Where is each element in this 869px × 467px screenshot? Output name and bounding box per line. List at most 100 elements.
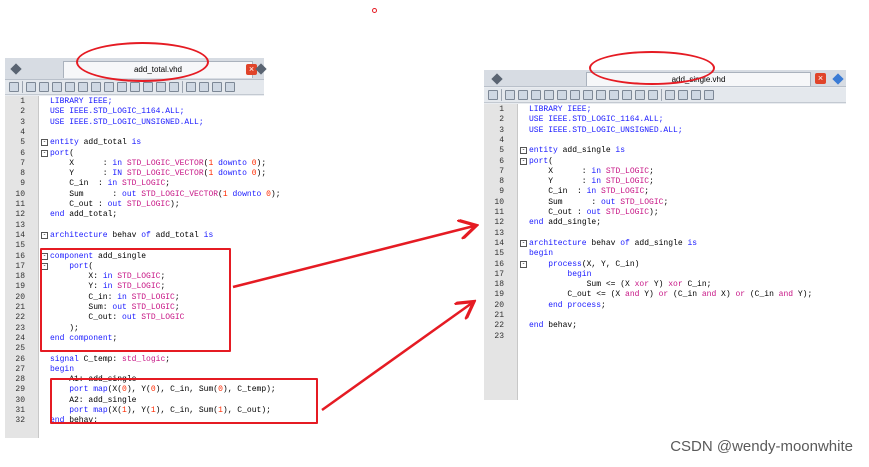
toolbar-template-icon[interactable] [609,90,619,100]
code-token: Sum : [50,189,123,199]
code-token: STD_LOGIC [605,166,650,176]
right-tab-next-icon[interactable] [832,73,844,85]
code-token: begin [50,364,75,374]
toolbar-comment-icon[interactable] [91,82,101,92]
code-text: C_in : in STD_LOGIC; [50,179,170,189]
code-line[interactable]: 23 [484,332,846,342]
code-token: ( [548,156,554,166]
line-number: 30 [15,395,25,405]
code-line[interactable]: 7 X : in STD_LOGIC; [484,167,846,177]
toolbar-outdent-icon[interactable] [557,90,567,100]
toolbar-goto-icon[interactable] [52,82,62,92]
code-line[interactable]: 19 C_out <= (X and Y) or (C_in and X) or… [484,290,846,300]
toolbar-spell-icon[interactable] [169,82,179,92]
toolbar-goto-icon[interactable] [531,90,541,100]
code-line[interactable]: 1 LIBRARY IEEE; [484,105,846,115]
fold-toggle-icon[interactable]: - [41,139,48,147]
code-line[interactable]: 9 C_in : in STD_LOGIC; [5,179,264,189]
toolbar-language-icon[interactable] [622,90,632,100]
code-line[interactable]: 27 begin [5,365,264,375]
toolbar-indent-icon[interactable] [544,90,554,100]
code-text: begin [50,365,74,375]
code-token: X : [529,166,592,176]
toolbar-split-icon[interactable] [678,90,688,100]
toolbar-language-icon[interactable] [143,82,153,92]
code-line[interactable]: 3 USE IEEE.STD_LOGIC_UNSIGNED.ALL; [484,126,846,136]
toolbar-replace-icon[interactable] [518,90,528,100]
toolbar-bookmark-icon[interactable] [596,90,606,100]
code-line[interactable]: 14 - architecture behav of add_total is [5,231,264,241]
toolbar-uncomment-icon[interactable] [583,90,593,100]
toolbar-spell-icon[interactable] [648,90,658,100]
code-line[interactable]: 10 Sum : out STD_LOGIC; [484,198,846,208]
code-token: port [50,148,70,158]
toolbar-window-icon[interactable] [212,82,222,92]
code-line[interactable]: 9 C_in : in STD_LOGIC; [484,187,846,197]
fold-toggle-icon[interactable]: - [520,147,527,155]
toolbar-view-icon[interactable] [488,90,498,100]
code-line[interactable]: 21 [484,311,846,321]
toolbar-uncomment-icon[interactable] [104,82,114,92]
fold-toggle-icon[interactable]: - [520,239,527,247]
toolbar-template-icon[interactable] [130,82,140,92]
code-line[interactable]: 2 USE IEEE.STD_LOGIC_1164.ALL; [484,115,846,125]
code-line[interactable]: 6 - port( [5,149,264,159]
code-line[interactable]: 4 [484,136,846,146]
code-line[interactable]: 18 Sum <= (X xor Y) xor C_in; [484,280,846,290]
toolbar-find-icon[interactable] [505,90,515,100]
code-line[interactable]: 16 - process(X, Y, C_in) [484,260,846,270]
code-line[interactable]: 12 end add_total; [5,210,264,220]
code-line[interactable]: 2 USE IEEE.STD_LOGIC_1164.ALL; [5,107,264,117]
code-line[interactable]: 10 Sum : out STD_LOGIC_VECTOR(1 downto 0… [5,189,280,200]
toolbar-separator [501,89,502,101]
code-line[interactable]: 22 end behav; [484,321,846,331]
fold-toggle-icon[interactable]: - [520,260,527,268]
toolbar-fullscreen-icon[interactable] [704,90,714,100]
code-line[interactable]: 12 end add_single; [484,218,846,228]
toolbar-comment-icon[interactable] [570,90,580,100]
code-line[interactable]: 14 - architecture behav of add_single is [484,239,846,249]
left-tab-menu-icon[interactable] [10,63,22,75]
code-line[interactable]: 11 C_out : out STD_LOGIC); [5,200,264,210]
code-line[interactable]: 7 X : in STD_LOGIC_VECTOR(1 downto 0); [5,159,266,169]
toolbar-outdent-icon[interactable] [78,82,88,92]
code-line[interactable]: 13 [5,221,264,231]
code-line[interactable]: 26 signal C_temp: std_logic; [5,355,264,365]
toolbar-arrow-icon[interactable] [186,82,196,92]
code-line[interactable]: 8 Y : in STD_LOGIC; [484,177,846,187]
toolbar-numbers-icon[interactable] [156,82,166,92]
code-line[interactable]: 4 [5,128,264,138]
left-tab-next-icon[interactable] [255,63,267,75]
code-line[interactable]: 8 Y : IN STD_LOGIC_VECTOR(1 downto 0); [5,169,266,179]
fold-toggle-icon[interactable]: - [41,149,48,157]
toolbar-bookmark-icon[interactable] [117,82,127,92]
toolbar-replace-icon[interactable] [39,82,49,92]
toolbar-indent-icon[interactable] [65,82,75,92]
toolbar-view-icon[interactable] [9,82,19,92]
code-line[interactable]: 17 begin [484,270,846,280]
line-number: 23 [494,331,504,341]
fold-toggle-icon[interactable]: - [41,231,48,239]
line-number: 3 [499,125,504,135]
code-line[interactable]: 6 - port( [484,157,846,167]
code-line[interactable]: 1 LIBRARY IEEE; [5,97,264,107]
fold-toggle-icon[interactable]: - [520,157,527,165]
toolbar-split-icon[interactable] [199,82,209,92]
code-line[interactable]: 5 - entity add_total is [5,138,264,148]
toolbar-arrow-icon[interactable] [665,90,675,100]
code-line[interactable]: 5 - entity add_single is [484,146,846,156]
code-line[interactable]: 11 C_out : out STD_LOGIC); [484,208,846,218]
line-number: 18 [15,272,25,282]
code-line[interactable]: 20 end process; [484,301,846,311]
code-token: ; [165,354,171,364]
code-line[interactable]: 13 [484,229,846,239]
right-tab-close-icon[interactable]: × [815,73,826,84]
code-line[interactable]: 15 begin [484,249,846,259]
toolbar-window-icon[interactable] [691,90,701,100]
toolbar-fullscreen-icon[interactable] [225,82,235,92]
toolbar-find-icon[interactable] [26,82,36,92]
code-line[interactable]: 3 USE IEEE.STD_LOGIC_UNSIGNED.ALL; [5,118,264,128]
right-tab-menu-icon[interactable] [491,73,503,85]
right-code-editor[interactable]: 1 LIBRARY IEEE; 2 USE IEEE.STD_LOGIC_1164.A… [484,104,846,400]
toolbar-numbers-icon[interactable] [635,90,645,100]
